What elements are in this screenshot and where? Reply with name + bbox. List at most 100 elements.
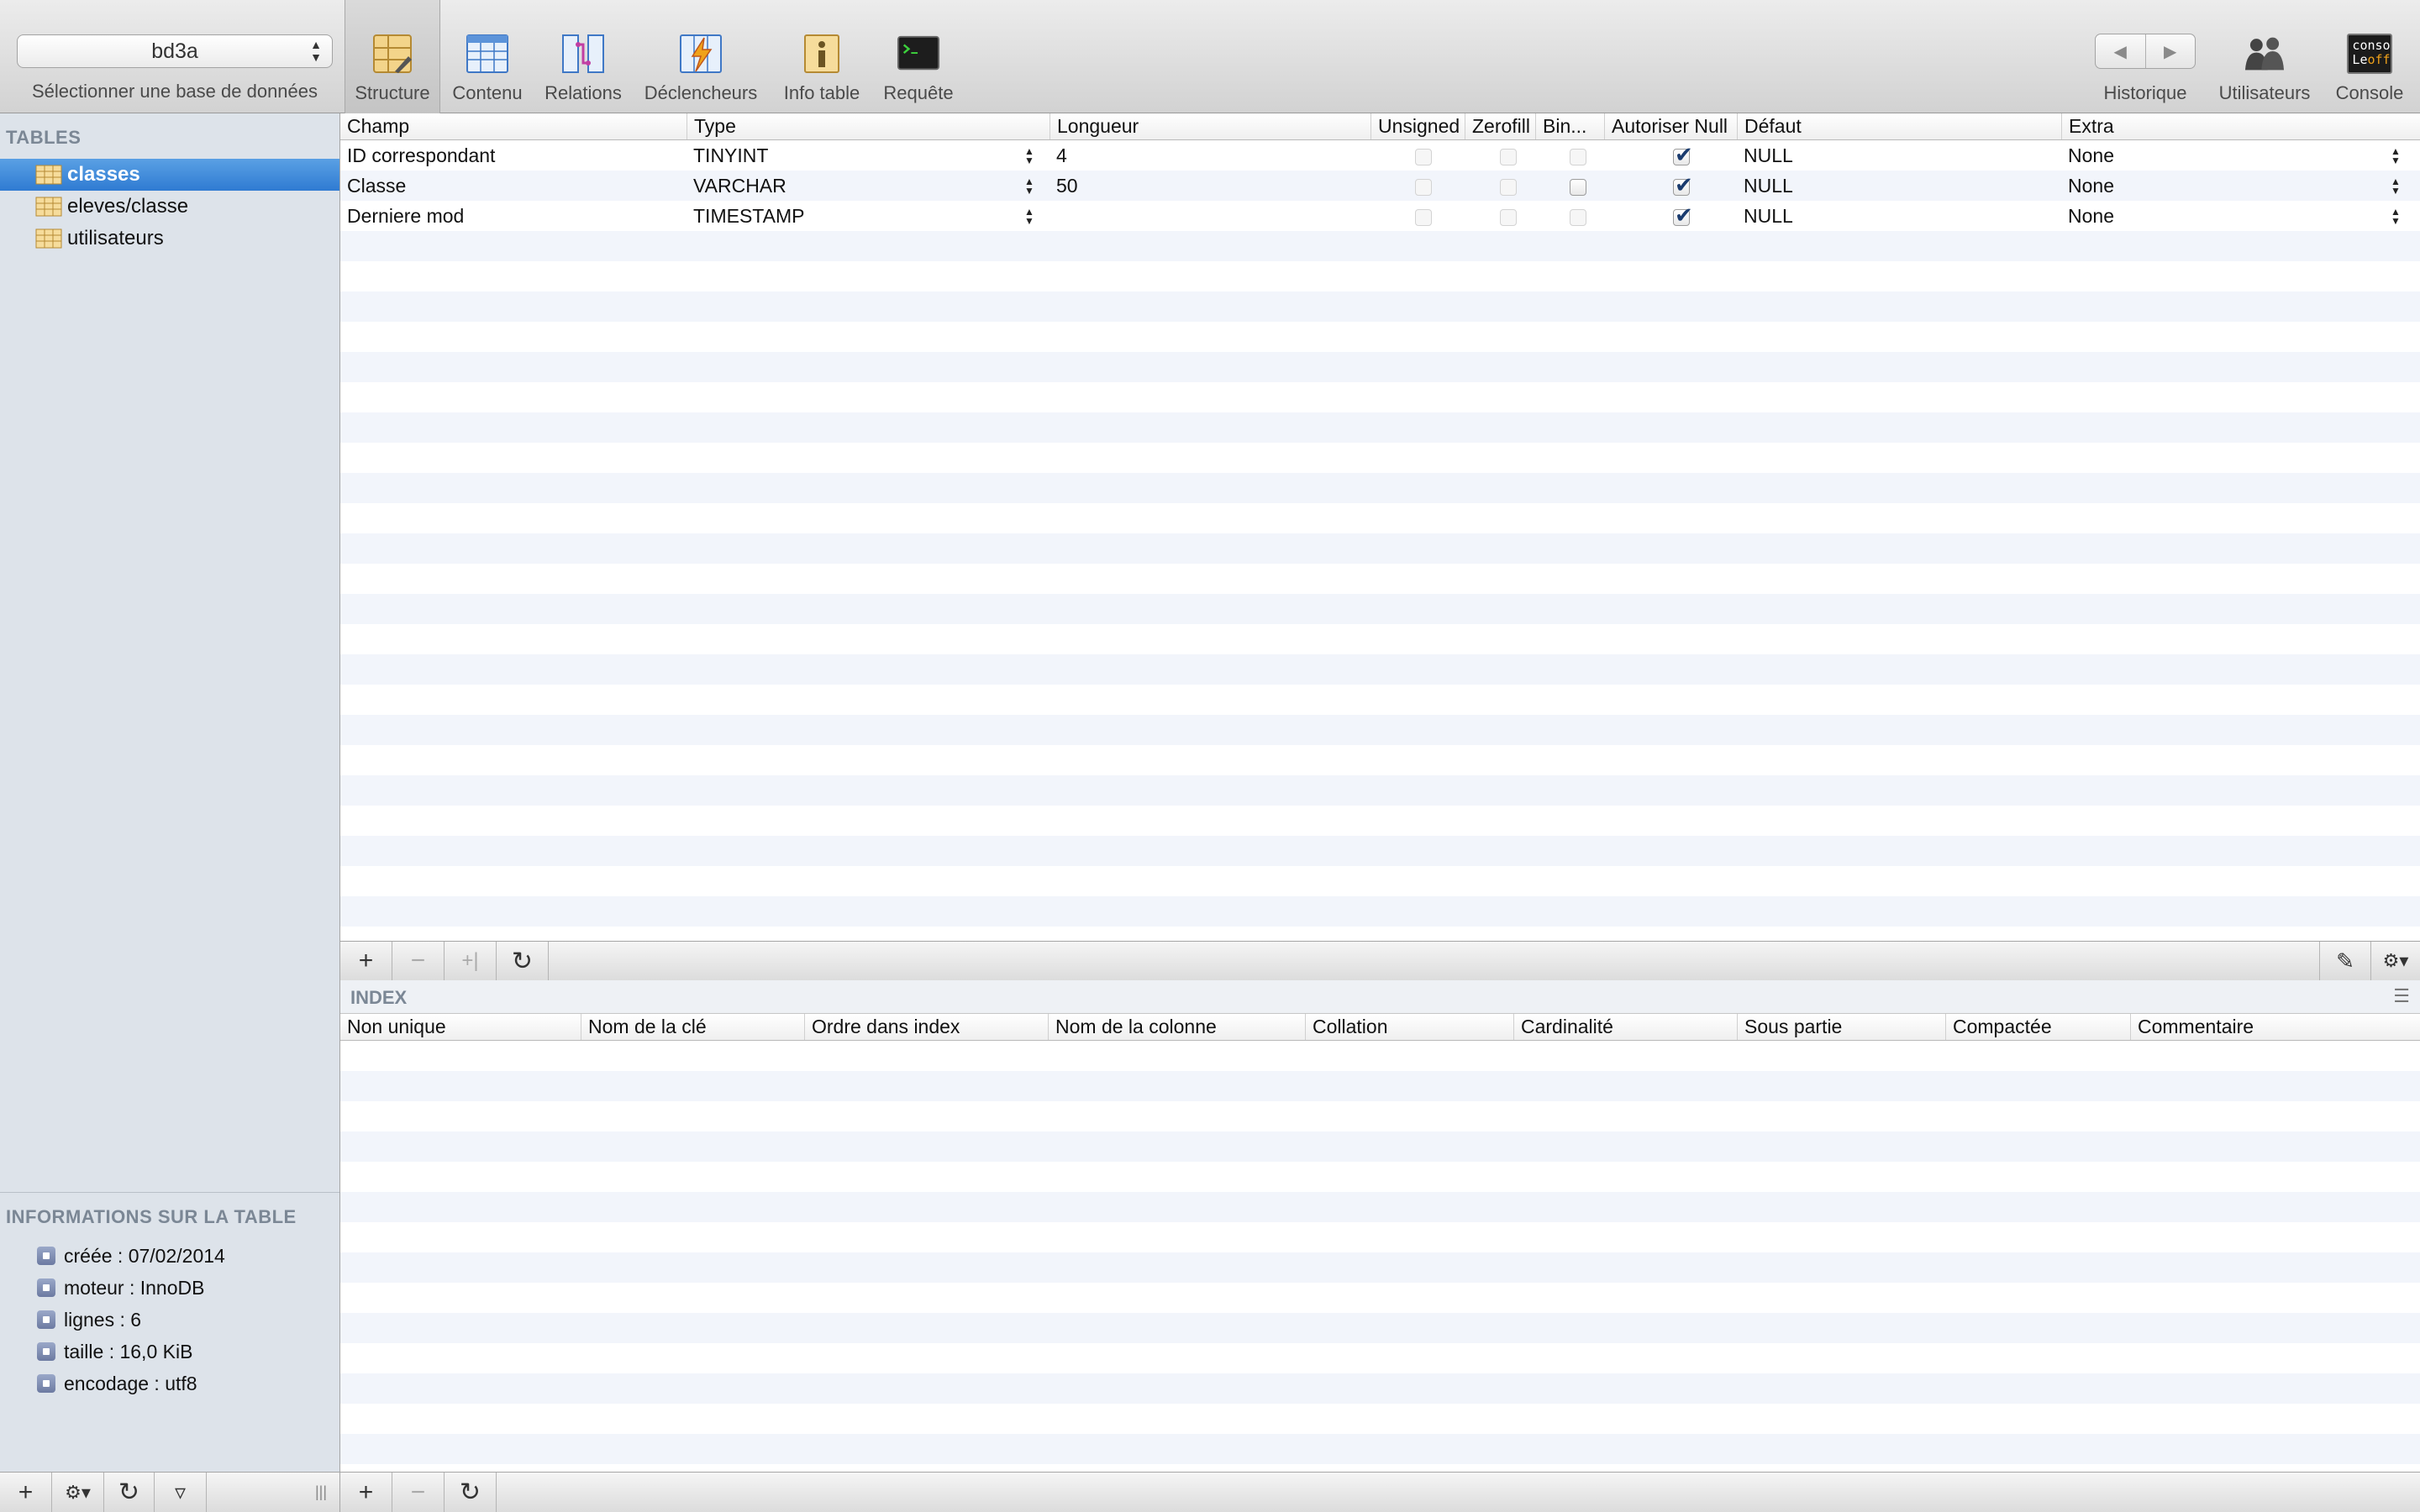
relations-button[interactable]: Relations <box>536 0 630 113</box>
filter-button[interactable]: ▿ <box>155 1473 207 1512</box>
content-button[interactable]: Contenu <box>444 0 531 113</box>
table-item-utilisateurs[interactable]: utilisateurs <box>0 223 339 255</box>
column-header[interactable]: Zerofill <box>1465 113 1535 139</box>
type-stepper-icon[interactable]: ▲ ▼ <box>1024 176 1034 196</box>
database-select[interactable]: bd3a ▲ ▼ <box>17 34 333 68</box>
table-info-header: INFORMATIONS SUR LA TABLE <box>6 1206 297 1227</box>
column-header[interactable]: Non unique <box>340 1014 581 1040</box>
unsigned-checkbox[interactable] <box>1415 209 1432 226</box>
column-header[interactable]: Sous partie <box>1737 1014 1945 1040</box>
field-name-cell[interactable]: Classe <box>340 171 687 201</box>
table-info-button[interactable]: Info table <box>775 0 869 113</box>
console-label: Console <box>2335 82 2404 103</box>
structure-button[interactable]: Structure <box>345 0 440 113</box>
default-cell[interactable]: NULL <box>1737 201 2061 231</box>
index-toolbar: + − ↻ <box>340 1472 2420 1512</box>
console-icon-text: Le <box>2352 52 2368 67</box>
unsigned-checkbox[interactable] <box>1415 179 1432 196</box>
console-button[interactable]: conso Leoff Console <box>2328 0 2412 113</box>
gear-menu-button[interactable]: ⚙▾ <box>2371 942 2420 980</box>
table-item-label: utilisateurs <box>67 227 164 249</box>
allow-null-checkbox[interactable] <box>1673 142 1693 168</box>
extra-stepper-icon[interactable]: ▲ ▼ <box>2391 146 2401 165</box>
field-name-cell[interactable]: Derniere mod <box>340 201 687 231</box>
column-header[interactable]: Défaut <box>1737 113 2061 139</box>
column-header[interactable]: Nom de la colonne <box>1048 1014 1305 1040</box>
table-item-eleves-classe[interactable]: eleves/classe <box>0 191 339 223</box>
column-header[interactable]: Collation <box>1305 1014 1513 1040</box>
column-header[interactable]: Compactée <box>1945 1014 2130 1040</box>
type-cell[interactable]: TIMESTAMP <box>687 201 1050 231</box>
type-stepper-icon[interactable]: ▲ ▼ <box>1024 146 1034 165</box>
users-button[interactable]: Utilisateurs <box>2210 0 2319 113</box>
add-index-button[interactable]: + <box>340 1473 392 1512</box>
binary-checkbox[interactable] <box>1570 179 1586 196</box>
remove-field-button[interactable]: − <box>392 942 445 980</box>
zerofill-checkbox[interactable] <box>1500 179 1517 196</box>
index-panel: INDEX ☰ Non unique Nom de la clé Ordre d… <box>340 980 2420 1472</box>
extra-cell[interactable]: None <box>2061 201 2381 231</box>
unsigned-checkbox[interactable] <box>1415 149 1432 165</box>
structure-icon <box>371 32 414 76</box>
extra-stepper-icon[interactable]: ▲ ▼ <box>2391 207 2401 226</box>
column-header[interactable]: Longueur <box>1050 113 1370 139</box>
refresh-button[interactable]: ↻ <box>497 942 549 980</box>
index-title: INDEX <box>350 987 408 1008</box>
info-encoding: encodage : utf8 <box>37 1368 197 1399</box>
default-cell[interactable]: NULL <box>1737 171 2061 201</box>
length-cell[interactable]: 50 <box>1050 171 1370 201</box>
info-size: taille : 16,0 KiB <box>37 1336 192 1367</box>
remove-index-button[interactable]: − <box>392 1473 445 1512</box>
extra-cell[interactable]: None <box>2061 171 2381 201</box>
table-row[interactable]: Derniere mod TIMESTAMP ▲▼ NULL None ▲▼ <box>340 201 2420 231</box>
sidebar-gear-button[interactable]: ⚙▾ <box>52 1473 104 1512</box>
column-header[interactable]: Cardinalité <box>1513 1014 1737 1040</box>
table-row[interactable]: ID correspondant TINYINT ▲▼ 4 NULL None … <box>340 140 2420 171</box>
default-cell[interactable]: NULL <box>1737 140 2061 171</box>
zerofill-checkbox[interactable] <box>1500 149 1517 165</box>
users-label: Utilisateurs <box>2218 82 2311 103</box>
allow-null-checkbox[interactable] <box>1673 172 1693 198</box>
field-name-cell[interactable]: ID correspondant <box>340 140 687 171</box>
column-header[interactable]: Commentaire <box>2130 1014 2420 1040</box>
add-table-button[interactable]: + <box>0 1473 52 1512</box>
triggers-button[interactable]: Déclencheurs <box>639 0 763 113</box>
length-cell[interactable]: 4 <box>1050 140 1370 171</box>
binary-checkbox[interactable] <box>1570 209 1586 226</box>
table-row[interactable]: Classe VARCHAR ▲▼ 50 NULL None ▲▼ <box>340 171 2420 201</box>
column-header[interactable]: Bin... <box>1535 113 1604 139</box>
sidebar-toolbar: + ⚙▾ ↻ ▿ ||| <box>0 1472 340 1512</box>
zerofill-checkbox[interactable] <box>1500 209 1517 226</box>
extra-stepper-icon[interactable]: ▲ ▼ <box>2391 176 2401 196</box>
console-icon: conso Leoff <box>2347 32 2392 76</box>
query-button[interactable]: Requête <box>877 0 960 113</box>
extra-cell[interactable]: None <box>2061 140 2381 171</box>
column-header[interactable]: Type <box>687 113 1050 139</box>
refresh-index-button[interactable]: ↻ <box>445 1473 497 1512</box>
column-header[interactable]: Unsigned <box>1370 113 1465 139</box>
column-header[interactable]: Extra <box>2061 113 2420 139</box>
column-header[interactable]: Champ <box>340 113 687 139</box>
history-button[interactable]: Historique <box>2092 0 2198 113</box>
info-engine: moteur : InnoDB <box>37 1273 204 1303</box>
column-header[interactable]: Ordre dans index <box>804 1014 1048 1040</box>
add-field-button[interactable]: + <box>340 942 392 980</box>
type-stepper-icon[interactable]: ▲ ▼ <box>1024 207 1034 226</box>
allow-null-checkbox[interactable] <box>1673 202 1693 228</box>
column-header[interactable]: Nom de la clé <box>581 1014 804 1040</box>
database-select-label: Sélectionner une base de données <box>31 81 318 102</box>
select-arrows-icon: ▲ ▼ <box>310 38 322 64</box>
list-menu-icon[interactable]: ☰ <box>2393 985 2410 1007</box>
duplicate-field-button[interactable]: +| <box>445 942 497 980</box>
length-cell[interactable] <box>1050 201 1370 231</box>
column-header[interactable]: Autoriser Null <box>1604 113 1737 139</box>
binary-checkbox[interactable] <box>1570 149 1586 165</box>
type-cell[interactable]: VARCHAR <box>687 171 1050 201</box>
type-cell[interactable]: TINYINT <box>687 140 1050 171</box>
resize-handle[interactable]: ||| <box>302 1473 339 1512</box>
database-select-value: bd3a <box>151 39 198 63</box>
edit-button[interactable]: ✎ <box>2319 942 2371 980</box>
toolbar: bd3a ▲ ▼ Sélectionner une base de données… <box>0 0 2420 113</box>
table-item-classes[interactable]: classes <box>0 159 339 191</box>
sidebar-refresh-button[interactable]: ↻ <box>104 1473 155 1512</box>
